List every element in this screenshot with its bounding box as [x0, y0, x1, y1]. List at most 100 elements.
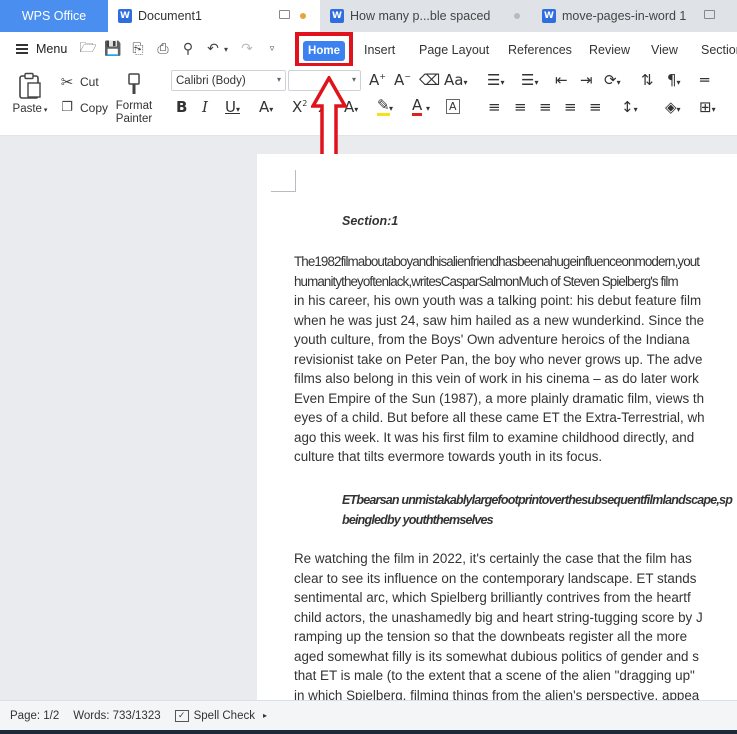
tab-page-layout[interactable]: Page Layout	[419, 43, 489, 57]
chevron-right-icon: ▸	[262, 711, 267, 720]
distributed-icon[interactable]: ≡	[589, 98, 602, 116]
copy-button[interactable]: ❐ Copy	[58, 100, 108, 115]
tab-ruler-icon[interactable]: ═	[700, 71, 709, 89]
spell-check-icon: ✓	[174, 709, 189, 722]
menu-label: Menu	[36, 42, 68, 56]
change-case-icon[interactable]: Aa▾	[444, 71, 467, 89]
page-count[interactable]: Page: 1/2	[10, 710, 59, 722]
chevron-down-icon: ▾	[276, 75, 281, 84]
font-color-icon[interactable]: A	[412, 98, 423, 116]
increase-font-icon[interactable]: A+	[369, 71, 386, 89]
font-name-select[interactable]: Calibri (Body) ▾	[171, 70, 286, 91]
italic-icon[interactable]: I	[202, 98, 208, 116]
spell-check-button[interactable]: ✓ Spell Check ▸	[174, 709, 267, 722]
align-left-icon[interactable]: ≡	[488, 98, 501, 116]
tab-insert[interactable]: Insert	[364, 43, 395, 57]
open-folder-icon[interactable]: 🗁	[79, 40, 96, 57]
align-right-icon[interactable]: ≡	[539, 98, 552, 116]
paragraph-mark-icon[interactable]: ¶▾	[667, 71, 681, 89]
character-border-icon[interactable]: A	[446, 99, 460, 114]
paragraph-2-line: in which Spielberg, filming things from …	[294, 687, 700, 701]
save-icon[interactable]: 💾	[104, 41, 121, 57]
paragraph-1-line: eyes of a child. But before all these ca…	[294, 410, 705, 425]
writer-doc-icon: W	[118, 9, 132, 23]
spell-check-label: Spell Check	[193, 709, 255, 722]
how-many-pages-tab-label: How many p...ble spaced	[350, 9, 491, 23]
unsaved-dot-icon	[300, 13, 306, 19]
monitor-icon[interactable]	[279, 10, 290, 19]
paragraph-2-line: child actors, the unashamedly big and he…	[294, 609, 703, 625]
monitor-icon[interactable]	[704, 10, 715, 19]
align-center-icon[interactable]: ≡	[514, 98, 527, 116]
tab-dot-icon	[514, 13, 520, 19]
bullet-list-icon[interactable]: ☰▾	[487, 71, 504, 89]
page-corner-mark	[271, 170, 296, 192]
redo-icon[interactable]: ↷	[239, 41, 255, 57]
undo-icon[interactable]: ↶	[205, 41, 221, 57]
decrease-indent-icon[interactable]: ⇤	[555, 71, 568, 89]
paragraph-1-line: films also belong in this vein of work i…	[294, 371, 699, 386]
paintbrush-icon	[128, 73, 140, 94]
paragraph-1-line: Even Empire of the Sun (1987), a more pl…	[294, 390, 705, 406]
strikethrough-icon[interactable]: A▾	[259, 98, 273, 116]
format-painter-button[interactable]: Format Painter	[112, 72, 156, 126]
tab-section[interactable]: Section	[701, 43, 737, 57]
paragraph-1-line: culture that tilts evermore towards yout…	[294, 449, 603, 464]
chinese-layout-icon[interactable]: ⟳▾	[604, 71, 621, 89]
copy-label: Copy	[80, 100, 109, 115]
customize-dropdown-icon[interactable]: ▿	[264, 41, 280, 57]
how-many-pages-tab[interactable]: W How many p...ble spaced	[320, 0, 532, 32]
paragraph-1-line: when he was just 24, saw him hailed as a…	[294, 312, 705, 328]
numbered-list-icon[interactable]: ☰▾	[521, 71, 538, 89]
print-preview-icon[interactable]: ⚲	[180, 41, 196, 57]
red-arrow-annotation	[311, 76, 347, 166]
move-pages-tab[interactable]: W move-pages-in-word 1	[532, 0, 737, 32]
wps-office-tab[interactable]: WPS Office	[0, 0, 108, 32]
paragraph-2-line: that ET is male (to the extent that a sc…	[294, 668, 695, 683]
font-color-dropdown-icon[interactable]: ▾	[426, 104, 430, 113]
paragraph-1-line: youth culture, from the Boys' Own advent…	[294, 332, 690, 347]
paragraph-2-line: sentimental arc, which Spielberg brillia…	[294, 590, 691, 605]
paste-label: Paste	[12, 103, 42, 115]
superscript-icon[interactable]: X2	[292, 98, 307, 116]
paragraph-2-line: Re watching the film in 2022, it's certa…	[294, 551, 692, 566]
highlight-color-icon[interactable]: ✎	[377, 98, 390, 116]
format-painter-label-1: Format	[115, 100, 153, 112]
increase-indent-icon[interactable]: ⇥	[580, 71, 593, 89]
paste-button[interactable]: Paste ▾	[10, 72, 50, 115]
tab-review[interactable]: Review	[589, 43, 630, 57]
cut-button[interactable]: ✂ Cut	[58, 73, 99, 91]
clear-format-icon[interactable]: ⌫	[419, 71, 440, 89]
scissors-icon: ✂	[60, 73, 74, 91]
section-heading: Section:1	[342, 214, 399, 228]
bold-icon[interactable]: B	[176, 98, 187, 116]
print-icon[interactable]: ⎙	[155, 41, 171, 57]
export-pdf-icon[interactable]: ⎘	[130, 41, 146, 57]
undo-dropdown-icon[interactable]: ▾	[222, 41, 230, 57]
paragraph-2-line: aged somewhat filly is its somewhat dubi…	[294, 648, 699, 664]
writer-doc-icon: W	[542, 9, 556, 23]
highlight-dropdown-icon[interactable]: ▾	[389, 104, 393, 113]
word-count[interactable]: Words: 733/1323	[73, 710, 160, 722]
wps-office-label: WPS Office	[21, 9, 87, 23]
sort-icon[interactable]: ⇅	[641, 71, 654, 89]
menu-button[interactable]: Menu	[0, 42, 80, 56]
shading-icon[interactable]: ◈▾	[665, 98, 681, 116]
copy-icon: ❐	[61, 100, 73, 115]
highlight-box-annotation	[295, 32, 353, 67]
borders-icon[interactable]: ⊞▾	[699, 98, 716, 116]
line-spacing-icon[interactable]: ↕▾	[621, 98, 638, 116]
format-painter-label-2: Painter	[115, 113, 153, 125]
paragraph-1-line: revisionist take on Peter Pan, the boy w…	[294, 351, 703, 367]
document1-tab-label: Document1	[138, 9, 202, 23]
tab-references[interactable]: References	[508, 43, 572, 57]
document1-tab[interactable]: W Document1	[108, 0, 320, 32]
paragraph-1-line: humanitytheyoftenlack,writesCasparSalmon…	[294, 273, 679, 289]
paragraph-2-line: ramping up the tension so that the downb…	[294, 629, 688, 644]
decrease-font-icon[interactable]: A−	[394, 71, 411, 89]
tab-view[interactable]: View	[651, 43, 678, 57]
justify-icon[interactable]: ≡	[564, 98, 577, 116]
paragraph-1-line: The1982filmaboutaboyandhisalienfriendhas…	[294, 254, 700, 269]
underline-icon[interactable]: U▾	[225, 98, 240, 116]
document-page[interactable]: Section:1 The1982filmaboutaboyandhisalie…	[257, 154, 737, 700]
